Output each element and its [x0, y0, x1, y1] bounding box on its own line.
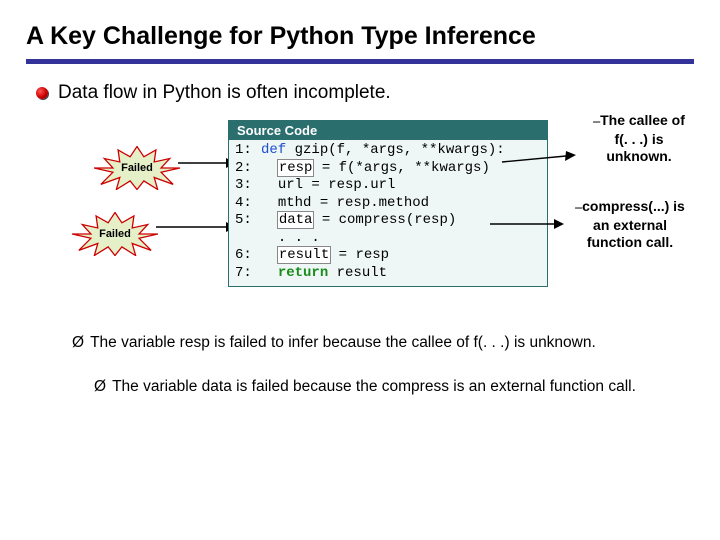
arrow-icon: [486, 214, 564, 234]
note-text: The variable data is failed because the …: [112, 378, 636, 396]
annot-line: function call.: [587, 234, 673, 250]
code-highlight: resp: [278, 160, 314, 176]
arrow-icon: [176, 154, 236, 172]
bullet-text: Data flow in Python is often incomplete.: [58, 82, 391, 104]
arrow-icon: [154, 218, 236, 236]
line-number: 6:: [235, 247, 261, 265]
notes-area: Ø The variable resp is failed to infer b…: [0, 328, 720, 396]
burst-label: Failed: [94, 146, 180, 190]
code-text: . . .: [278, 230, 320, 246]
burst-failed-1: Failed: [94, 146, 180, 190]
slide-title: A Key Challenge for Python Type Inferenc…: [0, 0, 720, 59]
annot-line: compress(...) is: [582, 198, 685, 214]
annotation-callee-unknown: –The callee of f(. . .) is unknown.: [578, 112, 700, 164]
burst-failed-2: Failed: [72, 212, 158, 256]
burst-label: Failed: [72, 212, 158, 256]
line-number: [235, 230, 261, 248]
code-text: url = resp.url: [278, 177, 396, 193]
code-highlight: data: [278, 212, 314, 228]
code-header: Source Code: [229, 121, 547, 140]
note-marker: Ø: [94, 378, 106, 396]
code-kw: return: [278, 265, 337, 281]
annot-line: The callee of: [600, 112, 685, 128]
code-text: = compress(resp): [313, 212, 456, 228]
annotation-external-call: –compress(...) is an external function c…: [560, 198, 700, 250]
line-number: 7:: [235, 265, 261, 283]
annot-line: f(. . .) is: [615, 131, 664, 147]
main-bullet: Data flow in Python is often incomplete.: [0, 82, 720, 104]
code-text: mthd = resp.method: [278, 195, 429, 211]
note-marker: Ø: [72, 334, 84, 352]
line-number: 2:: [235, 160, 261, 178]
note-item: Ø The variable resp is failed to infer b…: [72, 334, 648, 352]
line-number: 4:: [235, 195, 261, 213]
arrow-icon: [498, 150, 576, 170]
line-number: 3:: [235, 177, 261, 195]
note-text: The variable resp is failed to infer bec…: [90, 334, 596, 352]
code-text: = f(*args, **kwargs): [313, 160, 489, 176]
code-highlight: result: [278, 247, 330, 263]
line-number: 1:: [235, 142, 261, 160]
code-kw: def: [261, 142, 295, 158]
title-underline: [26, 59, 694, 64]
source-code-box: Source Code 1:def gzip(f, *args, **kwarg…: [228, 120, 548, 287]
code-text: = resp: [330, 247, 389, 263]
diagram-area: Failed Failed Source Code 1:def gzip(f, …: [0, 118, 720, 328]
line-number: 5:: [235, 212, 261, 230]
note-item: Ø The variable data is failed because th…: [72, 378, 648, 396]
bullet-icon: [36, 87, 48, 99]
annot-line: unknown.: [606, 148, 671, 164]
code-text: result: [337, 265, 387, 281]
code-text: gzip(f, *args, **kwargs):: [295, 142, 505, 158]
annot-line: an external: [593, 217, 667, 233]
